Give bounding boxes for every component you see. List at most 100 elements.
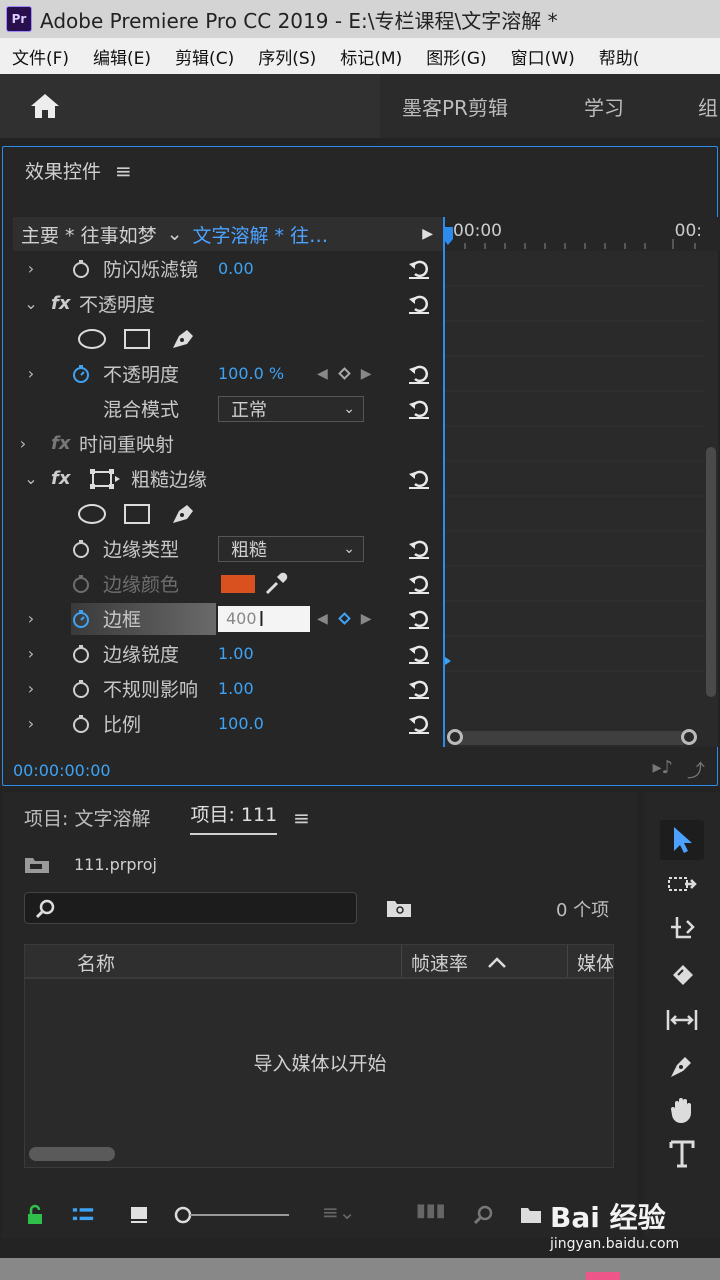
reset-icon[interactable]	[407, 713, 431, 735]
icon-view-icon[interactable]	[128, 1204, 150, 1226]
stopwatch-icon[interactable]	[71, 574, 91, 594]
fx-icon[interactable]: fx	[51, 468, 70, 489]
add-keyframe-icon[interactable]	[337, 367, 351, 380]
reset-icon[interactable]	[407, 468, 431, 490]
effect-controls-title[interactable]: 效果控件	[25, 157, 101, 184]
property-value[interactable]: 100.0 %	[218, 364, 284, 383]
razor-tool[interactable]	[660, 954, 704, 994]
menu-graphics[interactable]: 图形(G)	[414, 44, 498, 69]
expand-chevron-icon[interactable]: ›	[21, 679, 41, 698]
tab-project-111[interactable]: 项目: 111	[190, 800, 278, 835]
add-keyframe-icon[interactable]	[337, 612, 351, 625]
ellipse-mask-icon[interactable]	[77, 328, 107, 350]
list-view-icon[interactable]	[72, 1204, 94, 1226]
prev-keyframe-icon[interactable]: ◀	[317, 366, 328, 382]
collapse-chevron-icon[interactable]: ⌄	[21, 469, 41, 488]
type-tool[interactable]	[660, 1134, 704, 1174]
reset-icon[interactable]	[407, 363, 431, 385]
edge-type-dropdown[interactable]: 粗糙 ⌄	[218, 535, 364, 562]
reset-icon[interactable]	[407, 538, 431, 560]
workspace-tab-moke[interactable]: 墨客PR剪辑	[402, 92, 508, 121]
stopwatch-icon[interactable]	[71, 539, 91, 559]
property-value[interactable]: 1.00	[218, 644, 254, 663]
menu-window[interactable]: 窗口(W)	[499, 44, 587, 69]
expand-chevron-icon[interactable]: ›	[21, 644, 41, 663]
rectangle-mask-icon[interactable]	[123, 503, 151, 525]
rectangle-mask-icon[interactable]	[123, 328, 151, 350]
effect-group-rough-edges[interactable]: ⌄ fx 粗糙边缘	[13, 461, 443, 496]
column-name[interactable]: 名称	[77, 949, 115, 976]
menu-clip[interactable]: 剪辑(C)	[163, 44, 246, 69]
edge-color-swatch[interactable]	[221, 574, 255, 593]
new-bin-icon[interactable]	[520, 1204, 542, 1226]
automate-to-sequence-icon[interactable]: ▮▮▮	[416, 1200, 446, 1221]
zoom-slider[interactable]	[174, 1204, 294, 1226]
expand-chevron-icon[interactable]: ›	[21, 714, 41, 733]
stopwatch-icon[interactable]	[71, 644, 91, 664]
expand-chevron-icon[interactable]: ›	[13, 434, 33, 453]
sort-ascending-icon[interactable]	[487, 955, 507, 969]
blend-mode-dropdown[interactable]: 正常 ⌄	[218, 395, 364, 422]
next-keyframe-icon[interactable]: ▶	[361, 366, 372, 382]
fx-icon[interactable]: fx	[51, 293, 70, 314]
ripple-edit-tool[interactable]	[660, 908, 704, 948]
effect-timeline[interactable]: 00:00 00:	[443, 217, 720, 747]
pen-mask-icon[interactable]	[169, 326, 197, 352]
menu-sequence[interactable]: 序列(S)	[246, 44, 328, 69]
panel-menu-icon[interactable]: ≡	[115, 159, 132, 183]
reset-icon[interactable]	[407, 573, 431, 595]
next-keyframe-icon[interactable]: ▶	[361, 611, 372, 627]
column-media[interactable]: 媒体	[577, 949, 613, 976]
hand-tool[interactable]	[660, 1090, 704, 1130]
workspace-tab-learn[interactable]: 学习	[584, 92, 624, 121]
reset-icon[interactable]	[407, 293, 431, 315]
expand-chevron-icon[interactable]: ›	[21, 609, 41, 628]
stopwatch-icon[interactable]	[71, 679, 91, 699]
effect-group-time-remap[interactable]: › fx 时间重映射	[13, 426, 443, 461]
reset-icon[interactable]	[407, 258, 431, 280]
eyedropper-icon[interactable]	[263, 571, 289, 597]
menu-file[interactable]: 文件(F)	[0, 44, 81, 69]
current-timecode[interactable]: 00:00:00:00	[13, 761, 111, 780]
ellipse-mask-icon[interactable]	[77, 503, 107, 525]
fx-icon[interactable]: fx	[51, 433, 70, 454]
time-ruler[interactable]: 00:00 00:	[443, 217, 720, 251]
audio-scrub-icon[interactable]: ▸♪	[652, 757, 673, 783]
property-value[interactable]: 100.0	[218, 714, 264, 733]
menu-help[interactable]: 帮助(	[587, 44, 652, 69]
reset-icon[interactable]	[407, 643, 431, 665]
search-input[interactable]	[24, 892, 357, 924]
menu-edit[interactable]: 编辑(E)	[81, 44, 163, 69]
property-value[interactable]: 1.00	[218, 679, 254, 698]
transform-box-icon[interactable]	[89, 468, 121, 490]
menu-markers[interactable]: 标记(M)	[328, 44, 414, 69]
pen-tool[interactable]	[660, 1046, 704, 1086]
stopwatch-active-icon[interactable]	[71, 609, 91, 629]
selection-tool[interactable]	[660, 820, 704, 860]
tab-project-dissolve[interactable]: 项目: 文字溶解	[24, 804, 150, 831]
pen-mask-icon[interactable]	[169, 501, 197, 527]
workspace-tab-more[interactable]: 组	[698, 92, 718, 121]
property-value[interactable]: 0.00	[218, 259, 254, 278]
find-icon[interactable]	[472, 1204, 494, 1226]
border-value-input[interactable]: 400 I	[218, 605, 310, 632]
effect-group-opacity[interactable]: ⌄ fx 不透明度	[13, 286, 443, 321]
export-frame-icon[interactable]: ⤴	[687, 757, 705, 783]
zoom-handle-right[interactable]	[681, 729, 697, 745]
collapse-chevron-icon[interactable]: ⌄	[21, 294, 41, 313]
panel-menu-icon[interactable]: ≡	[293, 806, 310, 830]
zoom-handle-left[interactable]	[447, 729, 463, 745]
track-select-tool[interactable]	[660, 864, 704, 904]
column-frame-rate[interactable]: 帧速率	[411, 949, 468, 976]
expand-chevron-icon[interactable]: ›	[21, 259, 41, 278]
horizontal-zoom-bar[interactable]	[449, 731, 689, 745]
expand-chevron-icon[interactable]: ›	[21, 364, 41, 383]
horizontal-scrollbar[interactable]	[29, 1147, 115, 1161]
reset-icon[interactable]	[407, 608, 431, 630]
reset-icon[interactable]	[407, 678, 431, 700]
column-divider[interactable]	[567, 945, 568, 977]
stopwatch-active-icon[interactable]	[71, 364, 91, 384]
stopwatch-icon[interactable]	[71, 714, 91, 734]
lock-icon[interactable]	[24, 1204, 46, 1226]
prev-keyframe-icon[interactable]: ◀	[317, 611, 328, 627]
